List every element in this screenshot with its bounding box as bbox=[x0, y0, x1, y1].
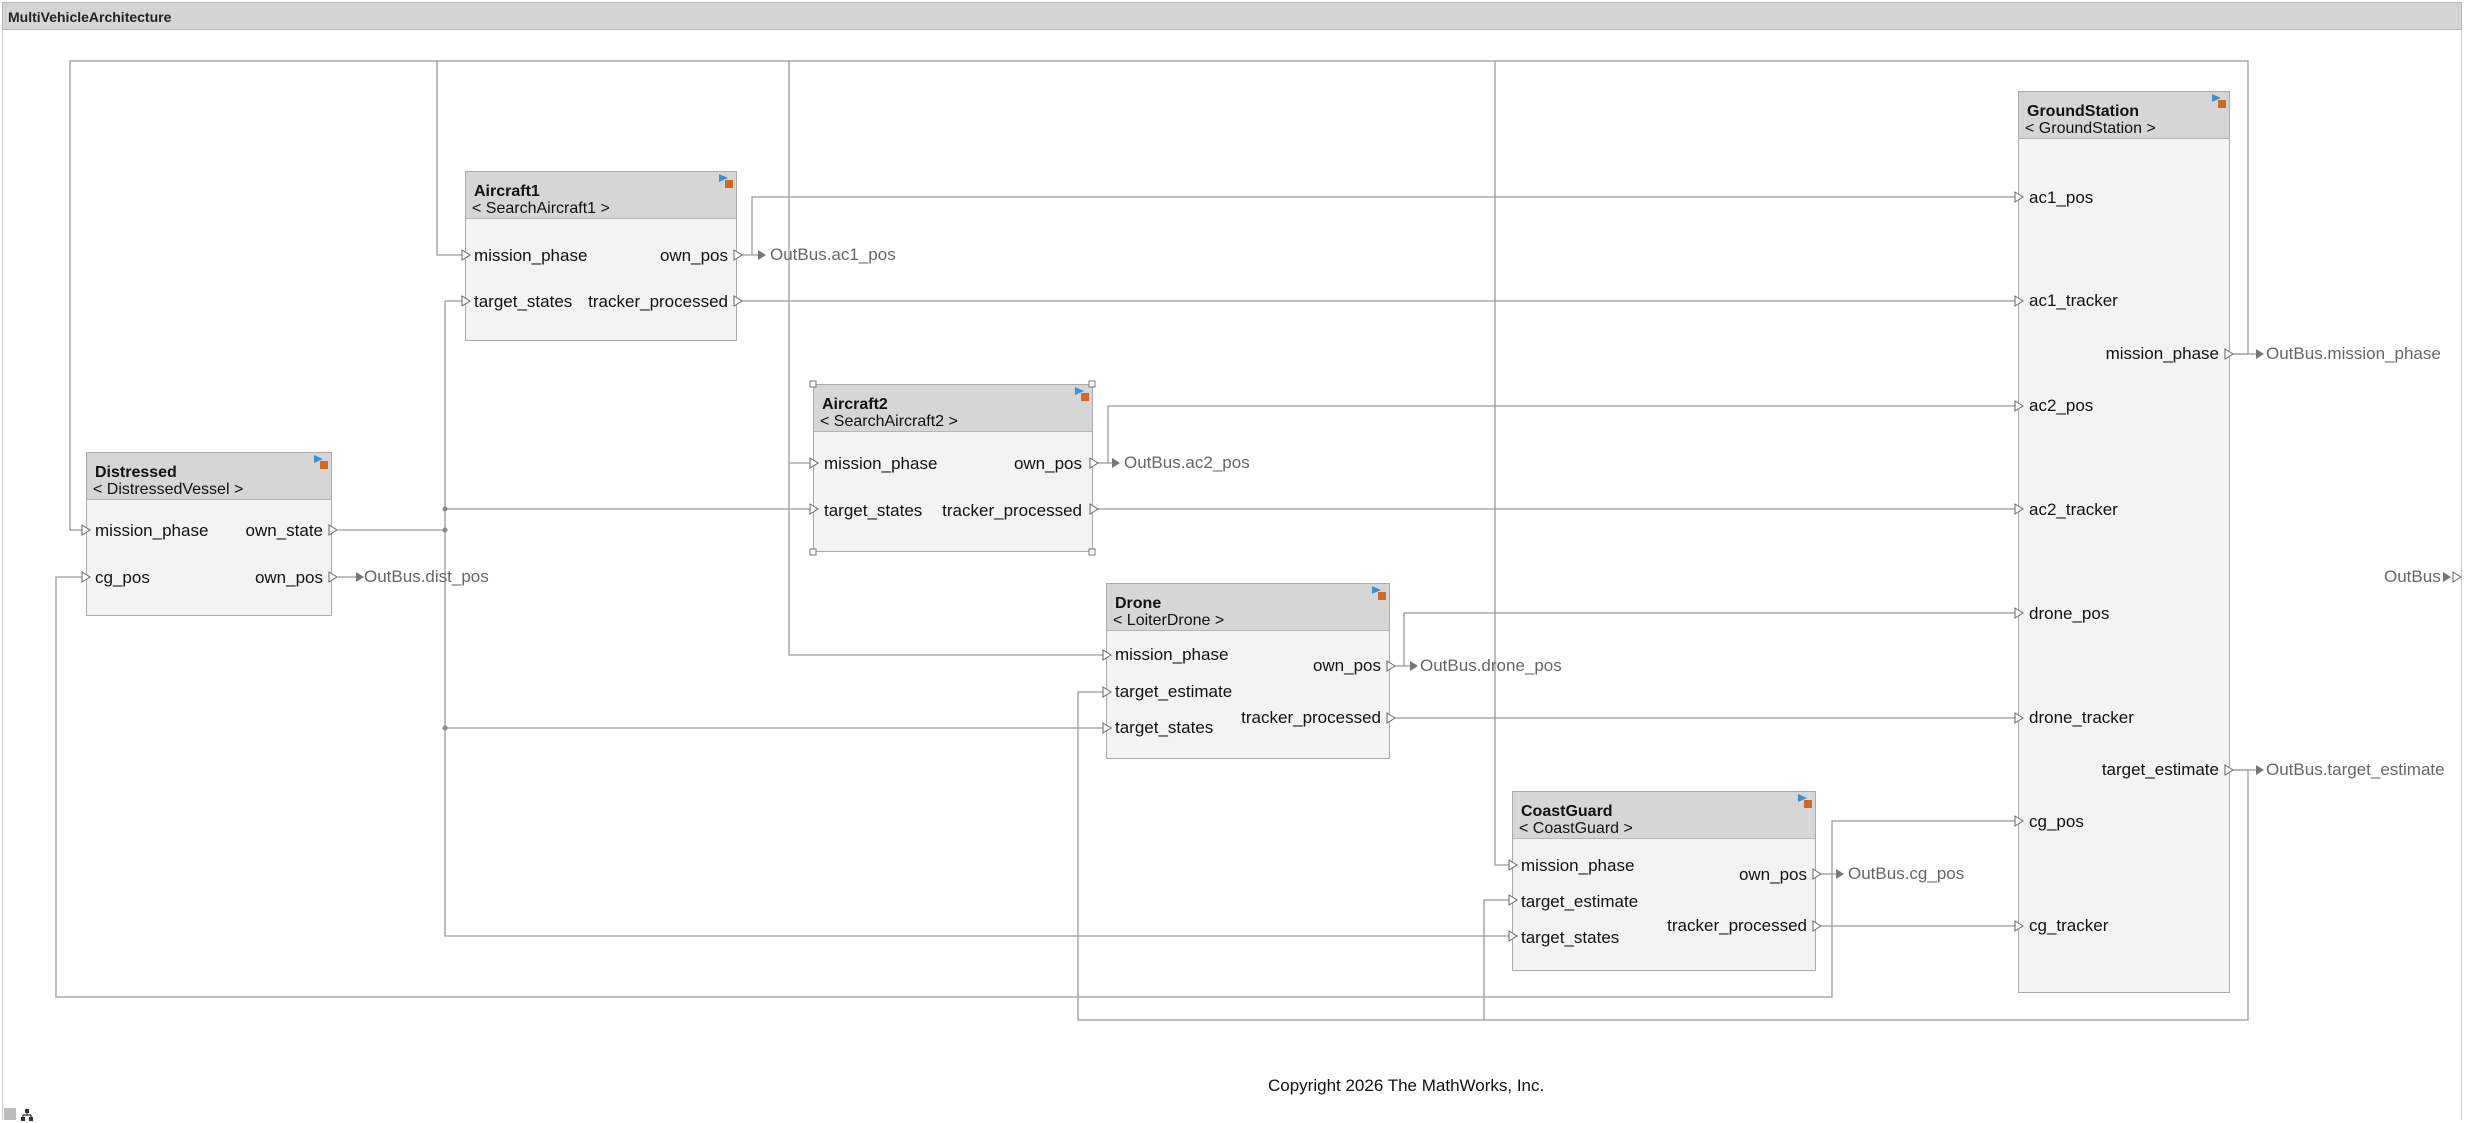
model-window: MultiVehicleArchitecture Aircraft1 < Sea… bbox=[0, 0, 2465, 1123]
port-triangle-icon bbox=[2014, 607, 2024, 619]
port-triangle-icon bbox=[2014, 191, 2024, 203]
port-triangle-icon bbox=[2014, 400, 2024, 412]
port-triangle-icon bbox=[1102, 686, 1112, 698]
port-triangle-icon bbox=[733, 295, 743, 307]
port-triangle-icon bbox=[1089, 457, 1099, 469]
port-triangle-icon bbox=[733, 249, 743, 261]
port-triangle-icon bbox=[2014, 712, 2024, 724]
port-triangle-icon bbox=[1089, 503, 1099, 515]
copyright-text: Copyright 2026 The MathWorks, Inc. bbox=[1268, 1076, 1545, 1095]
outbus-cg-pos[interactable]: OutBus.cg_pos bbox=[1848, 864, 1964, 884]
port-triangle-icon bbox=[2014, 503, 2024, 515]
port-triangle-icon bbox=[2224, 348, 2234, 360]
port-triangle-icon bbox=[2014, 295, 2024, 307]
port-triangle-icon bbox=[809, 457, 819, 469]
port-triangle-icon bbox=[1508, 859, 1518, 871]
port-triangle-icon bbox=[1812, 920, 1822, 932]
outbus-drone-pos[interactable]: OutBus.drone_pos bbox=[1420, 656, 1562, 676]
port-triangle-icon bbox=[461, 295, 471, 307]
port-triangle-icon bbox=[81, 524, 91, 536]
port-triangle-icon bbox=[1102, 649, 1112, 661]
port-triangle-icon bbox=[328, 524, 338, 536]
port-triangle-icon bbox=[2224, 764, 2234, 776]
port-triangle-icon bbox=[2014, 815, 2024, 827]
port-markers bbox=[81, 191, 2462, 942]
outbus-dist-pos[interactable]: OutBus.dist_pos bbox=[364, 567, 489, 587]
canvas-corner-handle[interactable] bbox=[4, 1108, 16, 1120]
outbus-root-port[interactable]: OutBus bbox=[2384, 567, 2441, 587]
port-triangle-icon bbox=[1386, 712, 1396, 724]
port-triangle-icon bbox=[1386, 660, 1396, 672]
hierarchy-icon[interactable] bbox=[20, 1108, 34, 1122]
port-triangle-icon bbox=[2452, 571, 2462, 583]
port-triangle-icon bbox=[1102, 722, 1112, 734]
port-triangle-icon bbox=[1508, 894, 1518, 906]
outbus-ac1-pos[interactable]: OutBus.ac1_pos bbox=[770, 245, 896, 265]
outbus-mission-phase[interactable]: OutBus.mission_phase bbox=[2266, 344, 2441, 364]
port-triangle-icon bbox=[328, 571, 338, 583]
port-triangle-icon bbox=[1508, 930, 1518, 942]
port-triangle-icon bbox=[809, 503, 819, 515]
port-triangle-icon bbox=[81, 571, 91, 583]
outbus-ac2-pos[interactable]: OutBus.ac2_pos bbox=[1124, 453, 1250, 473]
port-triangle-icon bbox=[1812, 868, 1822, 880]
port-triangle-icon bbox=[461, 249, 471, 261]
port-triangle-icon bbox=[2014, 920, 2024, 932]
outbus-target-estimate[interactable]: OutBus.target_estimate bbox=[2266, 760, 2445, 780]
